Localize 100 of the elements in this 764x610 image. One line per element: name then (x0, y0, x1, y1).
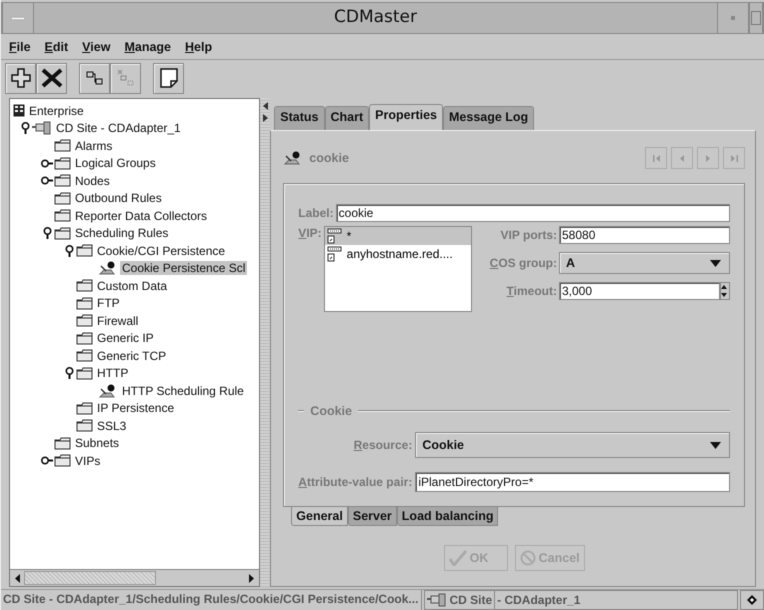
section-title: Cookie (310, 404, 352, 418)
folder-icon (76, 314, 93, 328)
folder-icon (76, 349, 93, 362)
folder-icon (76, 402, 93, 415)
tree-item[interactable]: FTP (95, 296, 122, 310)
tree-item[interactable]: Cookie Persistence Scl (120, 261, 248, 276)
diamond-icon (747, 595, 757, 605)
collapsed-handle-icon[interactable] (41, 456, 53, 466)
field-label: COS group: (490, 256, 557, 270)
status-button[interactable] (740, 590, 764, 610)
tab[interactable]: Message Log (443, 106, 534, 130)
unlink-icon (116, 69, 136, 87)
tab[interactable]: Chart (324, 106, 370, 130)
rule-title: cookie (309, 151, 349, 165)
close-icon (40, 68, 62, 88)
collapsed-handle-icon[interactable] (41, 176, 53, 186)
plus-icon (10, 68, 30, 88)
no-entry-icon (520, 550, 536, 566)
tree-item[interactable]: Outbound Rules (73, 191, 164, 206)
collapsed-handle-icon[interactable] (41, 158, 53, 168)
toolbar-button[interactable] (153, 62, 184, 94)
tree-item[interactable]: Cookie/CGI Persistence (95, 244, 228, 258)
expanded-handle-icon[interactable] (64, 244, 74, 257)
building-icon (13, 104, 25, 118)
tree-item[interactable]: Logical Groups (73, 156, 158, 170)
resource-dropdown[interactable]: Cookie (415, 432, 730, 458)
collapse-left-icon (262, 102, 268, 110)
field-label: Attribute-value pair: (298, 475, 412, 489)
tab[interactable]: Load balancing (396, 507, 498, 526)
first-icon (652, 154, 660, 162)
tab[interactable]: Properties (369, 104, 443, 130)
folder-icon (54, 139, 71, 152)
folder-icon (76, 366, 93, 380)
tree-item[interactable]: Nodes (73, 174, 112, 188)
vip-list[interactable]: * anyhostname.red.... (324, 226, 472, 312)
menu-item[interactable]: File (9, 40, 31, 54)
menu-item[interactable]: View (82, 40, 110, 54)
link-icon (86, 70, 104, 86)
tree-item[interactable]: IP Persistence (95, 401, 176, 416)
window-title: CDMaster (332, 6, 418, 29)
cos-group-dropdown[interactable]: A (559, 252, 730, 274)
tree-item[interactable]: HTTP Scheduling Rule (120, 384, 246, 398)
tree-item[interactable]: HTTP (95, 366, 130, 380)
folder-icon (54, 209, 71, 222)
folder-icon (54, 156, 71, 170)
toolbar-button[interactable] (79, 62, 110, 94)
folder-icon (76, 279, 93, 292)
menu-item[interactable]: Edit (44, 40, 68, 54)
tree-item[interactable]: Generic IP (95, 331, 156, 346)
scrollbar-thumb[interactable] (24, 571, 156, 585)
rule-icon (98, 382, 118, 399)
tree-item[interactable]: Custom Data (95, 278, 170, 293)
dropdown-arrow-icon (710, 442, 721, 448)
toolbar-button[interactable] (36, 62, 67, 94)
folder-icon (54, 192, 71, 205)
tree-item[interactable]: Enterprise (27, 104, 86, 118)
scroll-left-icon (14, 574, 22, 582)
tree-item[interactable]: Generic TCP (95, 348, 168, 363)
folder-icon (76, 244, 93, 258)
tree-item[interactable]: Firewall (95, 314, 140, 328)
host-icon (326, 228, 343, 244)
tab[interactable]: General (291, 507, 348, 526)
vip-ports-field[interactable]: 58080 (559, 226, 730, 244)
folder-icon (76, 419, 93, 432)
dropdown-arrow-icon (710, 260, 721, 266)
tree-item[interactable]: CD Site - CDAdapter_1 (54, 121, 183, 136)
folder-icon (54, 454, 71, 468)
tree-item[interactable]: VIPs (73, 454, 102, 468)
tree-item[interactable]: SSL3 (95, 418, 128, 433)
bar-icon (11, 16, 25, 20)
tree-item[interactable]: Reporter Data Collectors (73, 208, 210, 223)
rule-icon (98, 260, 118, 276)
expanded-handle-icon[interactable] (20, 122, 30, 134)
tab[interactable]: Server (348, 507, 397, 526)
next-icon (705, 154, 711, 162)
expand-right-icon (262, 114, 268, 122)
attribute-field[interactable]: iPlanetDirectoryPro=* (415, 472, 730, 492)
label-field[interactable]: cookie (336, 204, 730, 222)
status-site: CD Site (449, 593, 492, 607)
tab[interactable]: Status (274, 106, 324, 130)
toolbar-button[interactable] (5, 62, 36, 94)
note-icon (160, 68, 178, 88)
field-label: Timeout: (506, 284, 557, 298)
horizontal-scrollbar[interactable] (10, 569, 260, 586)
list-item[interactable]: anyhostname.red.... (346, 247, 453, 261)
tree-item[interactable]: Scheduling Rules (73, 226, 170, 240)
expanded-handle-icon[interactable] (42, 227, 52, 240)
previous-icon (679, 154, 685, 162)
maximize-icon (751, 11, 761, 25)
tree-item[interactable]: Alarms (73, 138, 114, 153)
list-item[interactable]: * (346, 229, 352, 243)
window-menu-button[interactable] (2, 3, 34, 33)
menu-item[interactable]: Help (185, 40, 212, 54)
folder-icon (54, 436, 71, 450)
field-label: Resource: (354, 438, 412, 452)
expanded-handle-icon[interactable] (64, 367, 74, 380)
plug-icon (427, 593, 448, 607)
tree-item[interactable]: Subnets (73, 436, 122, 450)
status-adapter: - CDAdapter_1 (497, 593, 580, 607)
menu-item[interactable]: Manage (124, 40, 172, 54)
